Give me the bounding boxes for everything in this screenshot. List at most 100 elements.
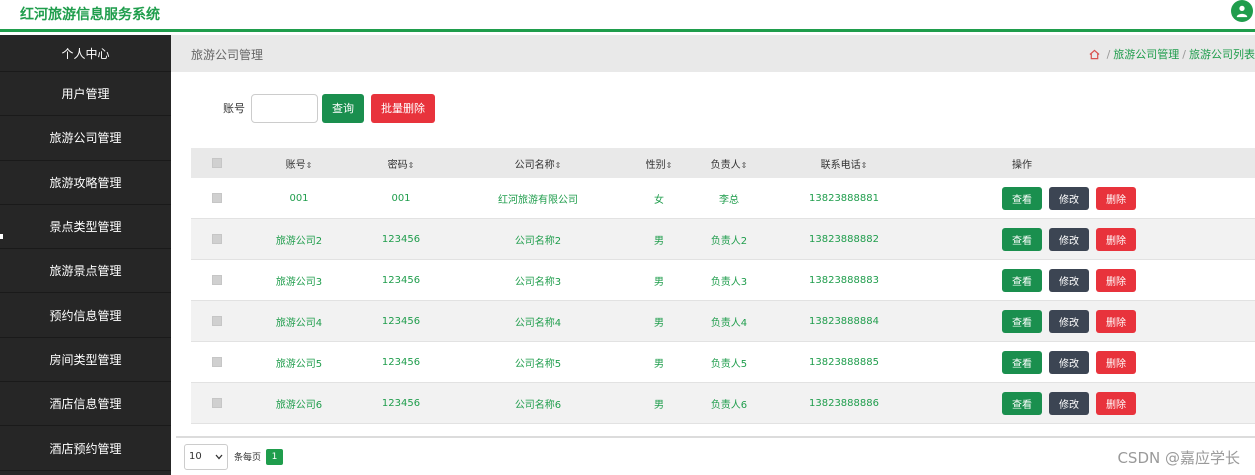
- column-header-label: 性别: [645, 159, 666, 171]
- view-button[interactable]: 查看: [1002, 268, 1042, 292]
- column-header-company[interactable]: 公司名称⇕: [447, 156, 629, 171]
- query-button[interactable]: 查询: [322, 93, 364, 123]
- sidebar-item-hotel-booking[interactable]: 酒店预约管理: [0, 426, 171, 471]
- sidebar-item-travel-company[interactable]: 旅游公司管理: [0, 116, 171, 161]
- cell-sex: 男: [654, 317, 664, 329]
- cell-actions: 查看 修改 删除: [919, 186, 1255, 210]
- cell-account: 旅游公司3: [275, 276, 323, 288]
- column-header-password[interactable]: 密码⇕: [355, 156, 447, 171]
- table-row: 旅游公司6 123456 公司名称6 男 负责人6 13823888886 查看 修改 删除: [191, 383, 1255, 424]
- edit-button[interactable]: 修改: [1049, 350, 1089, 374]
- sidebar-item-scenic-spot[interactable]: 旅游景点管理: [0, 249, 171, 294]
- column-header-label: 公司名称: [514, 159, 555, 171]
- edit-button[interactable]: 修改: [1049, 268, 1089, 292]
- edit-button[interactable]: 修改: [1049, 227, 1089, 251]
- cell-manager: 李总: [719, 194, 739, 206]
- cell-password: 123456: [381, 397, 421, 409]
- column-header-label: 负责人: [710, 159, 741, 171]
- sort-icon: ⇕: [665, 160, 673, 170]
- cell-account: 旅游公司6: [275, 399, 323, 411]
- row-checkbox[interactable]: [212, 275, 222, 285]
- cell-account: 旅游公司2: [275, 235, 323, 247]
- row-checkbox[interactable]: [212, 193, 222, 203]
- breadcrumb-item-company-list[interactable]: 旅游公司列表: [1189, 46, 1255, 62]
- row-checkbox[interactable]: [212, 398, 222, 408]
- sidebar-item-travel-guide[interactable]: 旅游攻略管理: [0, 161, 171, 205]
- delete-button[interactable]: 删除: [1096, 268, 1136, 292]
- breadcrumb-item-company-manage[interactable]: 旅游公司管理: [1113, 46, 1179, 62]
- cell-password: 123456: [381, 233, 421, 245]
- row-checkbox[interactable]: [212, 234, 222, 244]
- column-header-label: 账号: [285, 159, 306, 171]
- edit-button[interactable]: 修改: [1049, 309, 1089, 333]
- cell-account: 旅游公司5: [275, 358, 323, 370]
- row-select-cell: [191, 193, 243, 203]
- user-avatar[interactable]: [1231, 0, 1253, 22]
- select-all-checkbox[interactable]: [212, 158, 222, 168]
- cell-company: 公司名称2: [514, 235, 562, 247]
- cell-actions: 查看 修改 删除: [919, 391, 1255, 415]
- watermark: CSDN @嘉应学长: [1117, 449, 1240, 467]
- delete-button[interactable]: 删除: [1096, 227, 1136, 251]
- column-header-sex[interactable]: 性别⇕: [629, 156, 689, 171]
- column-header-phone[interactable]: 联系电话⇕: [769, 156, 919, 171]
- view-button[interactable]: 查看: [1002, 227, 1042, 251]
- edit-button[interactable]: 修改: [1049, 391, 1089, 415]
- page-size-value: 10: [189, 451, 202, 462]
- sidebar: 个人中心 用户管理 旅游公司管理 旅游攻略管理 景点类型管理 旅游景点管理 预约…: [0, 35, 171, 475]
- view-button[interactable]: 查看: [1002, 391, 1042, 415]
- sidebar-item-scenic-type[interactable]: 景点类型管理: [0, 205, 171, 250]
- cell-manager: 负责人5: [710, 358, 748, 370]
- table-body: 001 001 红河旅游有限公司女李总 13823888881 查看 修改 删除旅游公司2 1…: [191, 178, 1255, 424]
- search-bar: 账号 查询 批量删除: [223, 93, 435, 123]
- sidebar-item-users[interactable]: 用户管理: [0, 72, 171, 117]
- sidebar-item-booking[interactable]: 预约信息管理: [0, 293, 171, 338]
- batch-delete-button[interactable]: 批量删除: [371, 93, 435, 123]
- page-size-select[interactable]: 10: [184, 443, 228, 470]
- breadcrumb-separator: /: [1106, 47, 1111, 61]
- table-row: 001 001 红河旅游有限公司 女 李总 13823888881 查看 修改 删除: [191, 178, 1255, 219]
- cell-account: 001: [289, 192, 309, 204]
- page-number-current[interactable]: 1: [266, 448, 284, 465]
- view-button[interactable]: 查看: [1002, 350, 1042, 374]
- chevron-down-icon: [215, 454, 223, 459]
- edit-button[interactable]: 修改: [1049, 186, 1089, 210]
- main-content: 旅游公司管理 / 旅游公司管理 / 旅游公司列表 账号 查询 批量删除 账号⇕ …: [171, 35, 1255, 475]
- cell-account: 旅游公司4: [275, 317, 323, 329]
- sort-icon: ⇕: [407, 160, 415, 170]
- cell-actions: 查看 修改 删除: [919, 227, 1255, 251]
- sidebar-item-personal-center[interactable]: 个人中心: [0, 35, 171, 72]
- view-button[interactable]: 查看: [1002, 186, 1042, 210]
- cell-manager: 负责人3: [710, 276, 748, 288]
- cell-company: 公司名称5: [514, 358, 562, 370]
- delete-button[interactable]: 删除: [1096, 186, 1136, 210]
- view-button[interactable]: 查看: [1002, 309, 1042, 333]
- table-row: 旅游公司5 123456 公司名称5 男 负责人5 13823888885 查看 修改 删除: [191, 342, 1255, 383]
- row-checkbox[interactable]: [212, 316, 222, 326]
- cell-actions: 查看 修改 删除: [919, 309, 1255, 333]
- cell-company: 公司名称6: [514, 399, 562, 411]
- cell-sex: 男: [654, 276, 664, 288]
- sort-icon: ⇕: [860, 160, 868, 170]
- column-header-account[interactable]: 账号⇕: [243, 156, 355, 171]
- row-checkbox[interactable]: [212, 357, 222, 367]
- cell-password: 123456: [381, 315, 421, 327]
- user-icon: [1236, 5, 1248, 18]
- cell-phone: 13823888883: [809, 274, 879, 286]
- sidebar-item-hotel-info[interactable]: 酒店信息管理: [0, 382, 171, 427]
- top-bar: 红河旅游信息服务系统: [0, 0, 1255, 32]
- cell-actions: 查看 修改 删除: [919, 268, 1255, 292]
- delete-button[interactable]: 删除: [1096, 350, 1136, 374]
- cell-sex: 男: [654, 399, 664, 411]
- cell-phone: 13823888885: [809, 356, 879, 368]
- sort-icon: ⇕: [740, 160, 748, 170]
- home-icon[interactable]: [1089, 49, 1100, 60]
- delete-button[interactable]: 删除: [1096, 309, 1136, 333]
- sidebar-item-room-type[interactable]: 房间类型管理: [0, 338, 171, 383]
- delete-button[interactable]: 删除: [1096, 391, 1136, 415]
- column-header-actions: 操作: [1012, 159, 1032, 171]
- breadcrumb: / 旅游公司管理 / 旅游公司列表: [1089, 46, 1255, 62]
- account-search-input[interactable]: [251, 93, 318, 123]
- column-header-manager[interactable]: 负责人⇕: [689, 156, 769, 171]
- app-title: 红河旅游信息服务系统: [20, 7, 160, 23]
